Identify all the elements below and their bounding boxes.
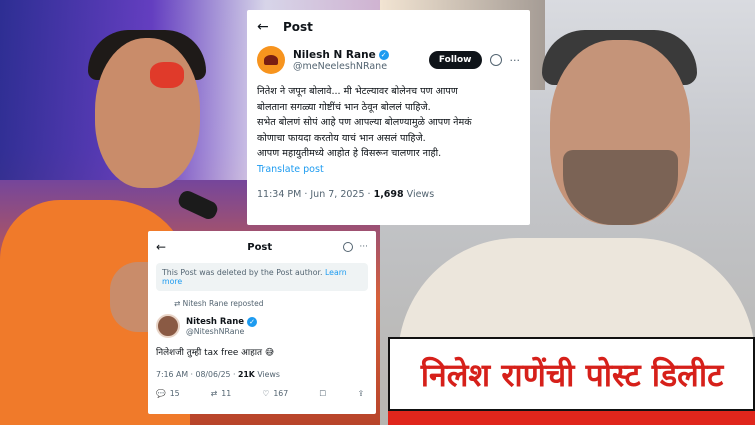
bottom-post-views-label: Views xyxy=(254,370,280,379)
like-count: 167 xyxy=(273,389,289,398)
top-post-views-count: 1,698 xyxy=(373,188,404,200)
left-person-tilak xyxy=(150,62,184,88)
top-post-author-name-row[interactable]: Nilesh N Rane ✓ xyxy=(293,49,429,61)
left-person-face xyxy=(95,38,200,188)
deleted-notice-text: This Post was deleted by the Post author… xyxy=(162,268,325,277)
repost-indicator: ⇄ Nitesh Rane reposted xyxy=(156,299,368,308)
top-post-line: नितेश ने जपून बोलावे... मी भेटल्यावर बोल… xyxy=(257,86,458,97)
more-options-icon[interactable]: ··· xyxy=(359,242,368,252)
verified-badge-icon: ✓ xyxy=(247,316,258,327)
top-post-avatar[interactable] xyxy=(257,46,285,74)
verified-badge-icon: ✓ xyxy=(378,49,389,60)
repost-button[interactable]: ⇄ 11 xyxy=(211,389,231,398)
top-post-line: बोलताना सगळ्या गोष्टींचं भान ठेवून बोललं… xyxy=(257,101,431,113)
reply-button[interactable]: 💬 15 xyxy=(156,389,180,398)
reply-count: 15 xyxy=(169,389,180,398)
bookmark-button[interactable]: ☐ xyxy=(319,389,326,398)
translate-post-link[interactable]: Translate post xyxy=(257,164,520,175)
arrow-left-icon[interactable]: ← xyxy=(257,19,283,35)
top-post-timestamp[interactable]: 11:34 PM · Jun 7, 2025 · xyxy=(257,189,374,200)
bottom-post-header: ← Post ··· xyxy=(156,237,368,257)
top-post-author-name: Nilesh N Rane xyxy=(293,48,376,61)
repost-label[interactable]: Nitesh Rane reposted xyxy=(183,299,264,308)
top-post-header: ← Post xyxy=(257,16,520,38)
reply-icon: 💬 xyxy=(156,389,166,398)
follow-button[interactable]: Follow xyxy=(428,51,482,69)
top-post-line: कोणाचा फायदा करतोय याचं भान असलं पाहिजे. xyxy=(257,132,426,144)
top-post-body: नितेश ने जपून बोलावे... मी भेटल्यावर बोल… xyxy=(257,84,520,162)
heart-icon: ♡ xyxy=(262,389,270,398)
bottom-post-author-name-row[interactable]: Nitesh Rane ✓ xyxy=(186,316,368,327)
bottom-post-header-title: Post xyxy=(247,241,273,253)
bottom-post-actions: 💬 15 ⇄ 11 ♡ 167 ☐ ⇪ xyxy=(156,389,368,398)
bottom-post-author-name: Nitesh Rane xyxy=(186,316,245,327)
bottom-post-author-handle[interactable]: @NiteshNRane xyxy=(186,327,368,336)
headline-text: निलेश राणेंची पोस्ट डिलीट xyxy=(420,355,724,394)
bottom-post-timestamp[interactable]: 7:16 AM · 08/06/25 · xyxy=(156,370,238,379)
grok-icon[interactable] xyxy=(489,54,502,66)
bottom-post-body: निलेशजी तुम्ही tax free आहात 😅 xyxy=(156,348,275,358)
bottom-post-card: ← Post ··· This Post was deleted by the … xyxy=(148,231,376,414)
share-button[interactable]: ⇪ xyxy=(357,389,364,398)
repost-count: 11 xyxy=(221,389,232,398)
repost-icon: ⇄ xyxy=(174,299,183,308)
bottom-post-views-count: 21K xyxy=(237,370,255,379)
arrow-left-icon[interactable]: ← xyxy=(156,240,176,254)
like-button[interactable]: ♡ 167 xyxy=(262,389,288,398)
top-post-meta: 11:34 PM · Jun 7, 2025 · 1,698 Views xyxy=(257,189,520,200)
top-post-header-title: Post xyxy=(283,20,313,34)
top-post-views-label: Views xyxy=(403,188,435,200)
share-icon: ⇪ xyxy=(357,389,364,398)
top-post-author-handle[interactable]: @meNeeleshNRane xyxy=(293,61,429,72)
bottom-post-author: Nitesh Rane ✓ @NiteshNRane xyxy=(156,314,368,338)
bottom-post-avatar[interactable] xyxy=(156,314,180,338)
deleted-post-notice: This Post was deleted by the Post author… xyxy=(156,263,368,291)
grok-icon[interactable] xyxy=(343,242,354,252)
bottom-post-meta: 7:16 AM · 08/06/25 · 21K Views xyxy=(156,370,368,379)
top-post-card: ← Post Nilesh N Rane ✓ @meNeeleshNRane F… xyxy=(247,10,530,225)
repost-icon: ⇄ xyxy=(210,389,218,398)
top-post-author: Nilesh N Rane ✓ @meNeeleshNRane Follow ·… xyxy=(257,46,520,74)
top-post-line: आपण महायुतीमध्ये आहोत हे विसरून चालणार न… xyxy=(257,148,442,159)
headline-red-strip xyxy=(388,411,755,425)
top-post-line: सभेत बोलणं सोपं आहे पण आपल्या बोलण्यामुळ… xyxy=(257,117,472,128)
more-options-icon[interactable]: ··· xyxy=(510,54,521,67)
bookmark-icon: ☐ xyxy=(319,389,327,398)
